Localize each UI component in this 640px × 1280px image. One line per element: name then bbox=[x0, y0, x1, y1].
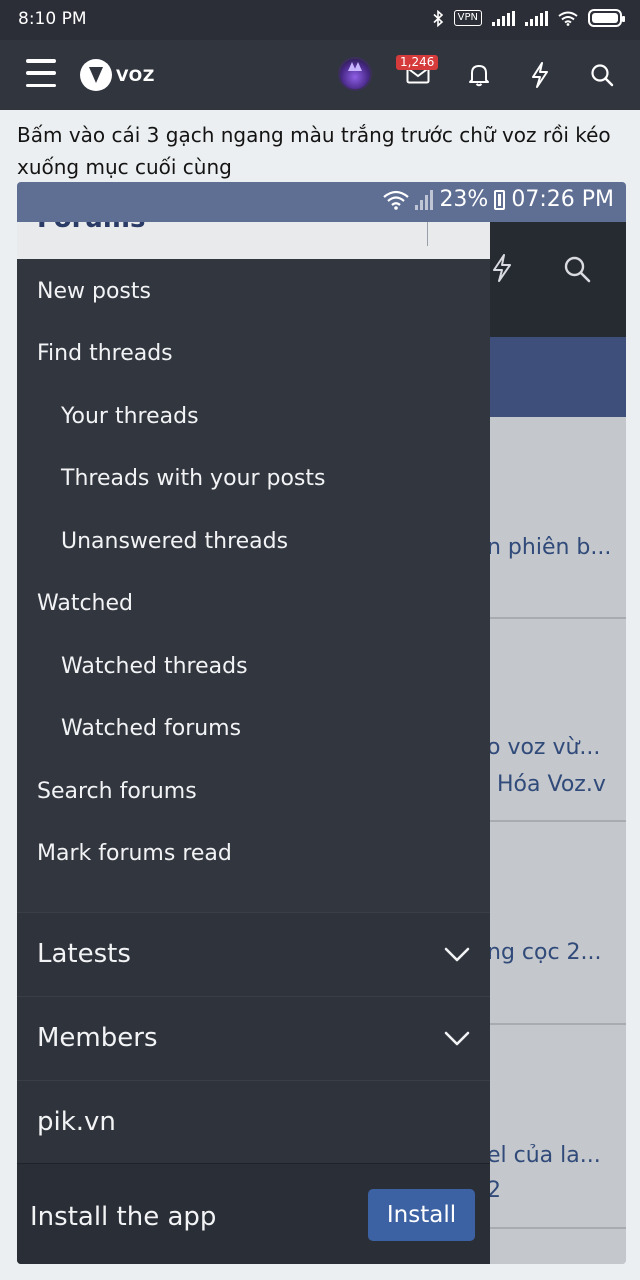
menu-item-watched-threads[interactable]: Watched threads bbox=[61, 654, 248, 679]
menu-item-unanswered-threads[interactable]: Unanswered threads bbox=[61, 529, 288, 554]
install-app-bar: Install the app Install bbox=[17, 1163, 490, 1264]
status-icons: VPN bbox=[433, 9, 625, 27]
screenshot-status-bar: 23% 07:26 PM bbox=[17, 182, 626, 222]
signal-icon bbox=[415, 189, 434, 210]
category-pik-vn-label: pik.vn bbox=[37, 1107, 116, 1137]
chevron-down-icon[interactable] bbox=[442, 941, 472, 967]
install-app-label: Install the app bbox=[30, 1202, 217, 1232]
voz-logo[interactable]: VOZ bbox=[80, 59, 155, 91]
status-bar: 8:10 PM VPN bbox=[0, 0, 640, 40]
menu-item-search-forums[interactable]: Search forums bbox=[37, 779, 197, 804]
menu-item-watched-forums[interactable]: Watched forums bbox=[61, 716, 241, 741]
category-latests[interactable]: Latests bbox=[17, 912, 490, 996]
screenshot-status-time: 07:26 PM bbox=[511, 187, 614, 212]
vpn-icon: VPN bbox=[453, 10, 482, 26]
post-caption: Bấm vào cái 3 gạch ngang màu trắng trước… bbox=[17, 123, 611, 179]
thread-snippet: ng cọc 2... bbox=[487, 940, 602, 965]
battery-icon bbox=[588, 9, 625, 27]
chevron-down-icon[interactable] bbox=[442, 1025, 472, 1051]
menu-item-find-threads[interactable]: Find threads bbox=[37, 341, 173, 366]
user-avatar[interactable] bbox=[338, 57, 372, 91]
menu-item-your-threads[interactable]: Your threads bbox=[61, 404, 199, 429]
search-icon[interactable] bbox=[587, 60, 617, 90]
voz-logo-icon bbox=[80, 59, 112, 91]
thread-snippet: Hóa Voz.v bbox=[497, 772, 606, 797]
status-time: 8:10 PM bbox=[18, 9, 87, 29]
drawer-forums-label: Forums bbox=[37, 222, 145, 234]
signal-icon-2 bbox=[525, 10, 548, 26]
embedded-screenshot[interactable]: 23% 07:26 PM n phiên b... o voz vừ... Hó… bbox=[17, 182, 626, 1264]
menu-item-new-posts[interactable]: New posts bbox=[37, 279, 151, 304]
bolt-icon bbox=[493, 254, 511, 282]
battery-icon bbox=[494, 189, 506, 210]
logo-text: VOZ bbox=[116, 65, 155, 85]
bolt-icon[interactable] bbox=[525, 60, 555, 90]
notification-badge: 1,246 bbox=[396, 55, 439, 70]
screenshot-battery-percent: 23% bbox=[439, 187, 489, 212]
wifi-icon bbox=[383, 190, 410, 210]
install-button[interactable]: Install bbox=[368, 1189, 475, 1241]
category-members[interactable]: Members bbox=[17, 996, 490, 1080]
thread-snippet: o voz vừ... bbox=[487, 735, 601, 760]
category-members-label: Members bbox=[37, 1023, 158, 1053]
divider bbox=[427, 222, 428, 246]
menu-item-threads-with-your-posts[interactable]: Threads with your posts bbox=[61, 466, 325, 491]
thread-snippet: el của la... bbox=[487, 1143, 601, 1168]
menu-icon[interactable] bbox=[26, 59, 56, 87]
menu-item-mark-forums-read[interactable]: Mark forums read bbox=[37, 841, 232, 866]
signal-icon bbox=[492, 10, 515, 26]
wifi-icon bbox=[558, 11, 578, 26]
bell-icon[interactable] bbox=[464, 60, 494, 90]
thread-snippet: n phiên b... bbox=[487, 535, 612, 560]
search-icon bbox=[564, 256, 591, 283]
menu-item-watched[interactable]: Watched bbox=[37, 591, 133, 616]
bluetooth-icon bbox=[433, 9, 443, 27]
app-bar: VOZ 1,246 bbox=[0, 40, 640, 110]
navigation-drawer: Forums New posts Find threads Your threa… bbox=[17, 222, 490, 1264]
category-latests-label: Latests bbox=[37, 939, 131, 969]
category-pik-vn[interactable]: pik.vn bbox=[17, 1080, 490, 1163]
drawer-forums-header[interactable]: Forums bbox=[17, 222, 490, 259]
